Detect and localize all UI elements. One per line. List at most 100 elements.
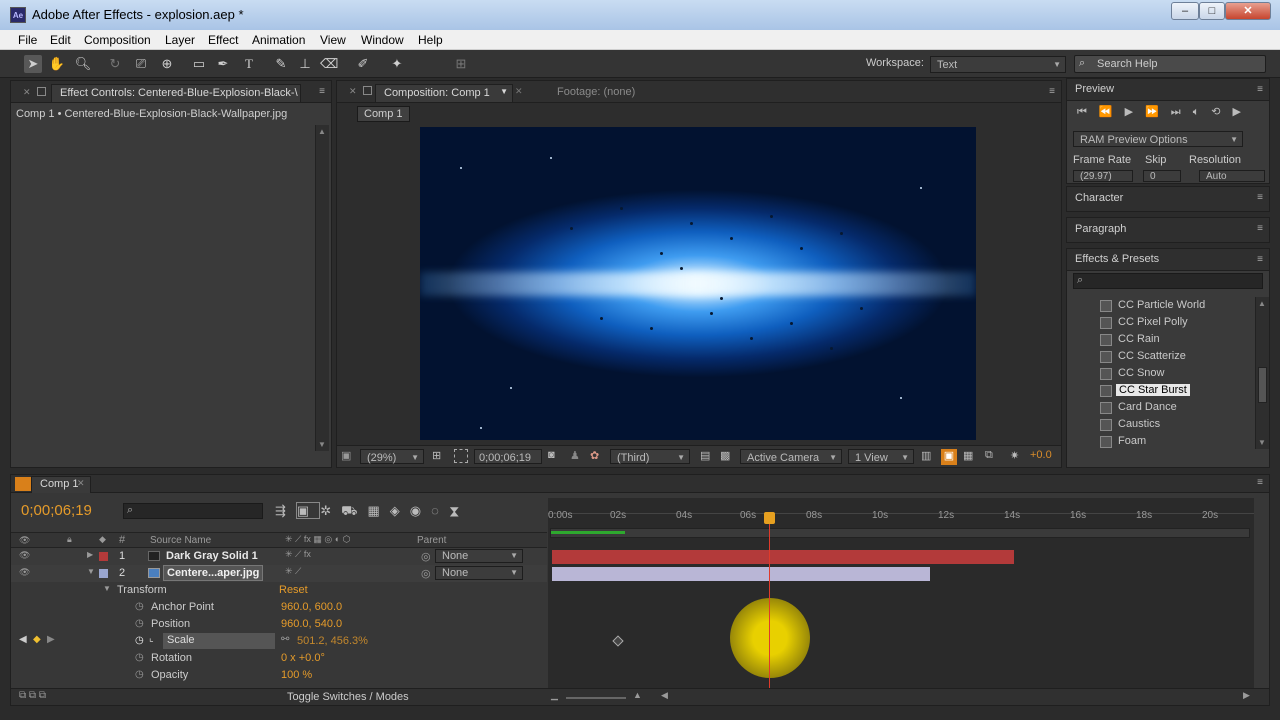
play-icon[interactable]: ▶ — [1125, 106, 1145, 118]
transparency-grid-icon[interactable]: ▩ — [720, 449, 730, 465]
live-update-icon[interactable]: ▣ — [295, 502, 321, 519]
maximize-button[interactable]: □ — [1199, 2, 1225, 20]
rotation-tool-icon[interactable]: ↻ — [106, 55, 124, 73]
panel-menu-icon[interactable]: ≡ — [1257, 223, 1263, 234]
skip-dropdown[interactable]: 0 — [1143, 170, 1181, 182]
label-color-swatch[interactable] — [99, 569, 108, 578]
property-value[interactable]: 960.0, 600.0 — [281, 601, 342, 613]
parent-pickwhip-icon[interactable]: ◎ — [421, 550, 431, 563]
draft-3d-icon[interactable]: ✲ — [320, 503, 341, 518]
search-help-field[interactable]: ⌕ Search Help — [1074, 55, 1266, 73]
pan-behind-tool-icon[interactable]: ⊕ — [158, 55, 176, 73]
time-ruler[interactable]: 0:00s 02s 04s 06s 08s 10s 12s 14s 16s 18… — [548, 498, 1254, 521]
effect-item-selected[interactable]: CC Star Burst — [1100, 383, 1250, 399]
exposure-value[interactable]: +0.0 — [1030, 449, 1052, 465]
loop-icon[interactable]: ⟲ — [1211, 106, 1232, 118]
close-icon[interactable]: ✕ — [515, 86, 523, 97]
property-value[interactable]: 501.2, 456.3% — [297, 635, 368, 647]
scroll-right-icon[interactable]: ▶ — [1243, 690, 1250, 701]
paragraph-panel[interactable]: Paragraph ≡ — [1066, 217, 1270, 243]
region-of-interest-icon[interactable] — [454, 449, 468, 463]
effect-item[interactable]: CC Rain — [1100, 332, 1250, 348]
scroll-down-icon[interactable]: ▼ — [1258, 438, 1266, 447]
zoom-out-icon[interactable]: ▁ — [551, 690, 558, 701]
panel-menu-icon[interactable]: ≡ — [1257, 192, 1263, 203]
layer-name[interactable]: Dark Gray Solid 1 — [166, 550, 258, 562]
layer-switches[interactable]: ✳ ⟋ fx — [285, 549, 311, 560]
label-color-swatch[interactable] — [99, 552, 108, 561]
camera-dropdown[interactable]: Active Camera ▼ — [740, 449, 842, 464]
current-time-indicator[interactable] — [769, 514, 770, 688]
current-time-field[interactable]: 0;00;06;19 — [474, 449, 542, 464]
close-icon[interactable]: ✕ — [77, 478, 85, 489]
timeline-current-time[interactable]: 0;00;06;19 — [21, 502, 92, 519]
stopwatch-icon[interactable]: ◷ — [135, 601, 144, 612]
composition-viewer[interactable] — [420, 127, 976, 440]
effect-item[interactable]: CC Snow — [1100, 366, 1250, 382]
menu-layer[interactable]: Layer — [165, 33, 195, 47]
exposure-icon[interactable]: ✷ — [1010, 449, 1019, 465]
minimize-button[interactable]: – — [1171, 2, 1199, 20]
parent-dropdown[interactable]: None ▼ — [435, 566, 523, 580]
first-frame-icon[interactable]: ⏮ — [1077, 106, 1099, 118]
rectangle-tool-icon[interactable]: ▭ — [190, 55, 208, 73]
hand-tool-icon[interactable]: ✋ — [48, 55, 66, 73]
property-row[interactable]: ◷ Anchor Point 960.0, 600.0 — [11, 599, 547, 616]
magnification-dropdown[interactable]: (29%) ▼ — [360, 449, 424, 464]
property-row[interactable]: ◷ Rotation 0 x +0.0° — [11, 650, 547, 667]
effect-controls-tab[interactable]: Effect Controls: Centered-Blue-Explosion… — [51, 84, 301, 102]
close-icon[interactable]: ✕ — [349, 86, 357, 97]
toggle-pixel-aspect-icon[interactable]: ▥ — [921, 449, 931, 465]
property-value[interactable]: 100 % — [281, 669, 312, 681]
composition-tab[interactable]: Composition: Comp 1 ▼ — [375, 84, 513, 102]
work-area-bar[interactable] — [550, 528, 1250, 538]
character-panel[interactable]: Character ≡ — [1066, 186, 1270, 212]
panel-menu-icon[interactable]: ≡ — [1257, 84, 1263, 95]
frame-blending-icon[interactable]: ▦ — [367, 503, 389, 518]
property-value[interactable]: 960.0, 540.0 — [281, 618, 342, 630]
close-button[interactable]: ✕ — [1225, 2, 1271, 20]
menu-help[interactable]: Help — [418, 33, 443, 47]
zoom-in-icon[interactable]: ▲ — [633, 690, 642, 700]
stopwatch-active-icon[interactable]: ◷ — [135, 635, 144, 646]
menu-view[interactable]: View — [320, 33, 346, 47]
menu-effect[interactable]: Effect — [208, 33, 238, 47]
next-frame-icon[interactable]: ⏩ — [1145, 106, 1171, 118]
ram-preview-options-dropdown[interactable]: RAM Preview Options ▼ — [1073, 131, 1243, 147]
expand-arrow-icon[interactable]: ▶ — [87, 550, 93, 559]
effect-item[interactable]: Foam — [1100, 434, 1250, 450]
scroll-thumb[interactable] — [1258, 367, 1267, 403]
roto-brush-tool-icon[interactable]: ✐ — [354, 55, 372, 73]
effect-item[interactable]: Caustics — [1100, 417, 1250, 433]
flowchart-icon[interactable]: ⧉ — [985, 449, 993, 465]
menu-composition[interactable]: Composition — [84, 33, 151, 47]
hide-shy-icon[interactable]: ⛟ — [341, 503, 367, 518]
reset-link[interactable]: Reset — [279, 584, 308, 596]
layer-row[interactable]: 👁︎ ▶ 1 Dark Gray Solid 1 ✳ ⟋ fx ◎ None ▼ — [11, 548, 547, 565]
brush-tool-icon[interactable]: ✎ — [272, 55, 290, 73]
comp-breadcrumb[interactable]: Comp 1 — [357, 106, 410, 122]
close-icon[interactable]: ✕ — [23, 87, 31, 98]
eye-icon[interactable]: 👁︎ — [19, 550, 30, 561]
add-keyframe-icon[interactable]: ◆ — [33, 634, 41, 645]
workspace-dropdown[interactable]: Text ▼ — [930, 56, 1066, 73]
effect-controls-scrollbar[interactable]: ▲ ▼ — [315, 125, 329, 451]
layer-2-duration-bar[interactable] — [552, 567, 930, 581]
menu-window[interactable]: Window — [361, 33, 404, 47]
stopwatch-icon[interactable]: ◷ — [135, 669, 144, 680]
timeline-graph-area[interactable]: 0:00s 02s 04s 06s 08s 10s 12s 14s 16s 18… — [548, 498, 1254, 688]
graph-editor-icon[interactable]: ⧗ — [449, 503, 470, 518]
layer-name[interactable]: Centere...aper.jpg — [163, 565, 264, 581]
selection-tool-icon[interactable]: ➤ — [24, 55, 42, 73]
effect-item[interactable]: CC Particle World — [1100, 298, 1250, 314]
prev-frame-icon[interactable]: ⏪ — [1099, 106, 1125, 118]
effects-scrollbar[interactable]: ▲ ▼ — [1255, 297, 1269, 449]
panel-menu-icon[interactable]: ≡ — [1049, 86, 1055, 97]
panel-menu-icon[interactable]: ≡ — [1257, 477, 1263, 488]
property-row[interactable]: ◷ Opacity 100 % — [11, 667, 547, 684]
scroll-left-icon[interactable]: ◀ — [661, 690, 668, 701]
lock-icon[interactable] — [37, 87, 46, 96]
effect-item[interactable]: CC Scatterize — [1100, 349, 1250, 365]
menu-file[interactable]: File — [18, 33, 37, 47]
scroll-up-icon[interactable]: ▲ — [318, 127, 326, 136]
